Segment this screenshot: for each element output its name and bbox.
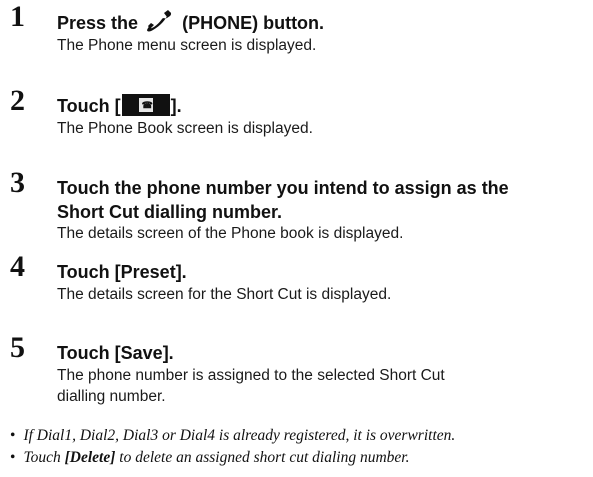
note-text: to delete an assigned short cut dialing …	[119, 449, 410, 466]
note-item: • Touch [Delete] to delete an assigned sh…	[10, 448, 409, 468]
bullet: •	[10, 449, 16, 466]
step-description: The phone number is assigned to the sele…	[57, 365, 577, 407]
step-number: 1	[10, 0, 25, 33]
step-number: 5	[10, 331, 25, 364]
step-heading: Press the (PHONE) button.	[57, 10, 324, 38]
page: { "steps": [ {"number": "1", "heading_be…	[0, 0, 593, 477]
heading-line: Short Cut dialling number.	[57, 202, 282, 222]
step-heading: Touch [☎].	[57, 94, 182, 118]
heading-text: Press the	[57, 13, 139, 33]
step-description: The details screen for the Short Cut is …	[57, 286, 392, 303]
phone-handset-icon	[147, 10, 173, 38]
phone-book-icon: ☎	[121, 94, 170, 116]
note-item: • If Dial1, Dial2, Dial3 or Dial4 is alre…	[10, 426, 455, 446]
note-text: If Dial1, Dial2, Dial3 or Dial4 is alrea…	[23, 427, 456, 444]
description-line: The phone number is assigned to the sele…	[57, 367, 445, 384]
heading-line: Touch the phone number you intend to ass…	[57, 178, 509, 198]
heading-text: ].	[170, 96, 182, 116]
description-line: dialling number.	[57, 388, 166, 405]
step-description: The Phone menu screen is displayed.	[57, 37, 317, 54]
step-number: 4	[10, 250, 25, 283]
step-number: 2	[10, 84, 25, 117]
step-number: 3	[10, 166, 25, 199]
step-description: The Phone Book screen is displayed.	[57, 120, 313, 137]
heading-text: (PHONE) button.	[182, 13, 325, 33]
note-text: Touch	[23, 449, 61, 466]
heading-text: Touch [	[57, 96, 121, 116]
step-heading: Touch [Preset].	[57, 262, 187, 282]
step-heading: Touch [Save].	[57, 343, 174, 363]
bullet: •	[10, 427, 16, 444]
step-description: The details screen of the Phone book is …	[57, 225, 404, 242]
step-heading: Touch the phone number you intend to ass…	[57, 176, 509, 224]
note-bold-text: [Delete]	[64, 449, 116, 466]
